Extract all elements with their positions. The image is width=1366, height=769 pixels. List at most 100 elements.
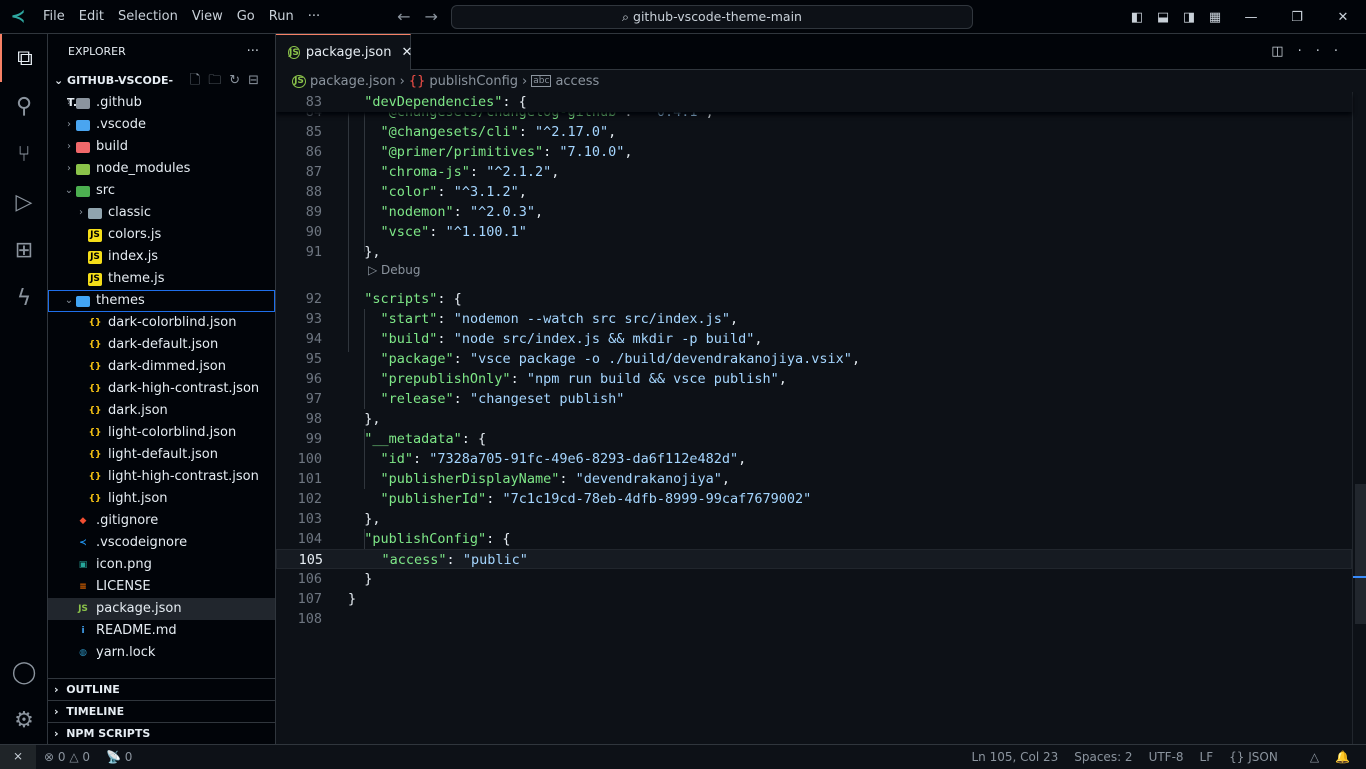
remote-explorer-icon[interactable]: ϟ: [0, 274, 48, 322]
breadcrumb-publishconfig[interactable]: publishConfig: [429, 74, 518, 89]
file-dark-dimmed-json[interactable]: {} dark-dimmed.json: [48, 356, 275, 378]
token-p: ,: [534, 204, 544, 220]
item-label: .vscode: [96, 117, 146, 132]
token-p: :: [453, 204, 470, 220]
toggle-sidebar-icon[interactable]: ◧: [1124, 10, 1150, 25]
menu-go[interactable]: Go: [237, 9, 255, 24]
item-label: package.json: [96, 601, 182, 616]
token-str: "node src/index.js && mkdir -p build": [453, 331, 755, 347]
warning-icon[interactable]: △: [1310, 750, 1319, 764]
timeline-panel[interactable]: › TIMELINE: [48, 700, 275, 722]
token-p: }: [364, 571, 373, 587]
code-line: 92 "scripts": {: [276, 289, 1352, 309]
file-readme-md[interactable]: i README.md: [48, 620, 275, 642]
problems-indicator[interactable]: ⊗ 0 △ 0: [44, 750, 90, 764]
menu-file[interactable]: File: [43, 9, 65, 24]
js-icon: JS: [88, 228, 102, 242]
indentation[interactable]: Spaces: 2: [1074, 750, 1132, 764]
scrollbar-thumb[interactable]: [1355, 484, 1366, 624]
language-mode[interactable]: {} JSON: [1229, 750, 1294, 764]
back-icon[interactable]: ←: [397, 7, 410, 26]
activity-bar: ⧉ ⚲ ⑂ ▷ ⊞ ϟ ◯ ⚙: [0, 34, 48, 744]
file-dark-colorblind-json[interactable]: {} dark-colorblind.json: [48, 312, 275, 334]
folder-classic[interactable]: › classic: [48, 202, 275, 224]
file-dark-default-json[interactable]: {} dark-default.json: [48, 334, 275, 356]
remote-indicator-icon[interactable]: ⨯: [0, 744, 36, 769]
notifications-bell-icon[interactable]: 🔔: [1335, 750, 1350, 764]
ports-indicator[interactable]: 📡 0: [106, 750, 132, 764]
file-license[interactable]: ≡ LICENSE: [48, 576, 275, 598]
item-label: light.json: [108, 491, 168, 506]
search-icon[interactable]: ⚲: [0, 82, 48, 130]
folder-vscode[interactable]: › .vscode: [48, 114, 275, 136]
encoding[interactable]: UTF-8: [1149, 750, 1184, 764]
toggle-secondary-sidebar-icon[interactable]: ◨: [1176, 10, 1202, 25]
menu-run[interactable]: Run: [269, 9, 294, 24]
more-actions-icon[interactable]: ···: [1298, 44, 1352, 59]
folder-src[interactable]: ⌄ src: [48, 180, 275, 202]
license-icon: ≡: [79, 582, 87, 592]
outline-panel[interactable]: › OUTLINE: [48, 678, 275, 700]
file-dark-high-contrast-json[interactable]: {} dark-high-contrast.json: [48, 378, 275, 400]
item-label: classic: [108, 205, 152, 220]
workspace-root[interactable]: ⌄ GITHUB-VSCODE-T...🗋🗀↻⊟: [48, 70, 275, 109]
file-light-high-contrast-json[interactable]: {} light-high-contrast.json: [48, 466, 275, 488]
file-light-json[interactable]: {} light.json: [48, 488, 275, 510]
forward-icon[interactable]: →: [425, 7, 438, 26]
close-tab-icon[interactable]: ✕: [401, 45, 412, 60]
file-colors-js[interactable]: JS colors.js: [48, 224, 275, 246]
npm-scripts-panel[interactable]: › NPM SCRIPTS: [48, 722, 275, 744]
folder-themes[interactable]: ⌄ themes: [48, 290, 275, 312]
breadcrumb-file[interactable]: package.json: [310, 74, 396, 89]
explorer-icon[interactable]: ⧉: [0, 34, 48, 82]
code-editor[interactable]: ▷ Debug 83 "devDependencies": {84 "@change…: [276, 92, 1366, 744]
editor-scrollbar[interactable]: [1352, 92, 1366, 744]
customize-layout-icon[interactable]: ▦: [1202, 10, 1228, 25]
file-yarn-lock[interactable]: ◍ yarn.lock: [48, 642, 275, 664]
extensions-icon[interactable]: ⊞: [0, 226, 48, 274]
menu-view[interactable]: View: [192, 9, 223, 24]
cursor-position[interactable]: Ln 105, Col 23: [971, 750, 1058, 764]
line-number: 95: [305, 351, 322, 367]
close-window-button[interactable]: ✕: [1320, 10, 1366, 25]
line-number: 96: [305, 371, 322, 387]
file-index-js[interactable]: JS index.js: [48, 246, 275, 268]
folder-node-modules[interactable]: › node_modules: [48, 158, 275, 180]
file-icon-png[interactable]: ▣ icon.png: [48, 554, 275, 576]
json-icon: {}: [88, 318, 102, 328]
code-text: "nodemon": "^2.0.3",: [381, 202, 544, 222]
menu-selection[interactable]: Selection: [118, 9, 178, 24]
tab-package-json[interactable]: JS package.json ✕: [276, 34, 412, 70]
token-p: :: [518, 124, 535, 140]
source-control-icon[interactable]: ⑂: [0, 130, 48, 178]
file-dark-json[interactable]: {} dark.json: [48, 400, 275, 422]
file-light-colorblind-json[interactable]: {} light-colorblind.json: [48, 422, 275, 444]
file-theme-js[interactable]: JS theme.js: [48, 268, 275, 290]
token-key: "publisherId": [380, 491, 487, 507]
item-label: build: [96, 139, 128, 154]
explorer-actions[interactable]: 🗋🗀↻⊟: [190, 70, 267, 92]
restore-button[interactable]: ❐: [1274, 10, 1320, 25]
toggle-panel-icon[interactable]: ⬓: [1150, 10, 1176, 25]
chevron-right-icon: ›: [67, 141, 71, 152]
nodejs-icon: JS: [78, 604, 88, 614]
editor-actions: ◫···: [1271, 44, 1352, 59]
menu-edit[interactable]: Edit: [79, 9, 104, 24]
folder-build[interactable]: › build: [48, 136, 275, 158]
file-package-json[interactable]: JS package.json: [48, 598, 275, 620]
breadcrumb-access[interactable]: access: [555, 74, 599, 89]
account-icon[interactable]: ◯: [0, 648, 48, 696]
command-center-search[interactable]: ⌕ github-vscode-theme-main: [451, 5, 973, 29]
file-vscodeignore[interactable]: ≺ .vscodeignore: [48, 532, 275, 554]
menu-more[interactable]: ···: [308, 9, 320, 24]
settings-gear-icon[interactable]: ⚙: [0, 696, 48, 744]
minimize-button[interactable]: —: [1228, 10, 1274, 25]
file-light-default-json[interactable]: {} light-default.json: [48, 444, 275, 466]
more-actions-icon[interactable]: ···: [247, 34, 259, 70]
file-gitignore[interactable]: ◆ .gitignore: [48, 510, 275, 532]
folder-icon: [88, 207, 102, 219]
debug-codelens[interactable]: ▷ Debug: [368, 261, 421, 279]
end-of-line[interactable]: LF: [1200, 750, 1214, 764]
run-debug-icon[interactable]: ▷: [0, 178, 48, 226]
split-editor-icon[interactable]: ◫: [1271, 44, 1297, 59]
